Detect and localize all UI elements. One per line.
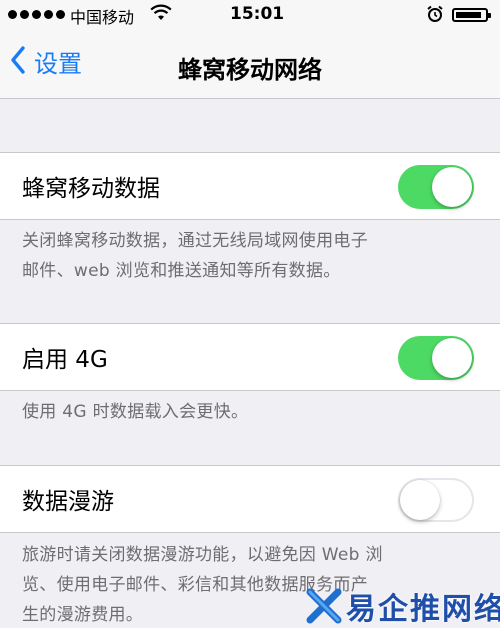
watermark: 易企推网络 [306,586,500,627]
cellular-data-toggle[interactable] [398,165,474,209]
enable-4g-label: 启用 4G [22,347,108,373]
cellular-data-footer: 关闭蜂窝移动数据，通过无线局域网使用电子 邮件、web 浏览和推送通知等所有数据… [22,226,480,286]
carrier-name: 中国移动 [70,8,135,27]
wifi-icon [150,4,172,26]
watermark-logo-icon [306,588,342,624]
enable-4g-footer: 使用 4G 时数据载入会更快。 [22,397,480,427]
toggle-knob [432,338,472,378]
footer-text-line: 关闭蜂窝移动数据，通过无线局域网使用电子 [22,231,368,251]
toggle-knob [400,480,440,520]
signal-strength-icon [8,10,65,19]
cellular-data-label: 蜂窝移动数据 [22,176,160,202]
top-chrome: 中国移动 15:01 设置 蜂窝移动网络 [0,0,500,99]
enable-4g-toggle[interactable] [398,336,474,380]
footer-text-line: 旅游时请关闭数据漫游功能，以避免因 Web 浏 [22,545,383,565]
clock-time: 15:01 [230,4,285,24]
cellular-settings-screen: 中国移动 15:01 设置 蜂窝移动网络 蜂窝移动数据 关闭蜂窝移动数据，通过无… [0,0,500,628]
data-roaming-toggle[interactable] [398,478,474,522]
data-roaming-row: 数据漫游 [0,465,500,533]
footer-text-line: 使用 4G 时数据载入会更快。 [22,402,249,422]
alarm-clock-icon [426,5,444,27]
toggle-knob [432,167,472,207]
navigation-bar: 设置 蜂窝移动网络 [0,30,500,98]
data-roaming-label: 数据漫游 [22,489,114,515]
status-bar: 中国移动 15:01 [0,0,500,30]
cellular-data-row: 蜂窝移动数据 [0,152,500,220]
enable-4g-row: 启用 4G [0,323,500,391]
page-title: 蜂窝移动网络 [178,56,322,84]
footer-text-line: 邮件、web 浏览和推送通知等所有数据。 [22,261,341,281]
watermark-text: 易企推网络 [346,592,500,627]
battery-icon [452,8,491,22]
battery-level-fill [456,12,481,18]
